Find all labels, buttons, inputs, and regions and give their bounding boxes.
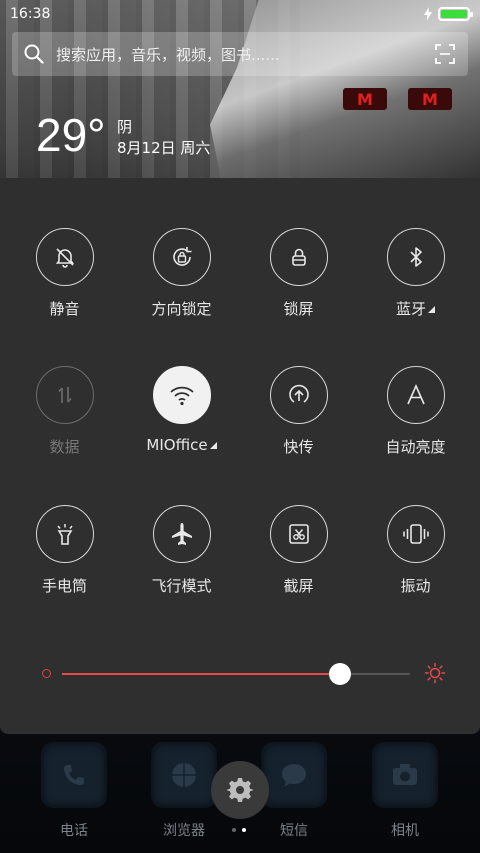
toggle-label: 飞行模式: [151, 577, 212, 595]
toggle-label: 方向锁定: [151, 300, 212, 318]
vibrate-icon: [386, 505, 445, 563]
flashlight-icon: [35, 505, 94, 563]
toggle-label: 振动: [400, 577, 431, 595]
weather-temperature: 29°: [36, 109, 106, 161]
dock-item-messages[interactable]: 短信: [259, 742, 329, 840]
search-placeholder: 搜索应用，音乐，视频，图书......: [56, 45, 280, 64]
status-time: 16:38: [10, 6, 51, 22]
brightness-max-icon: [424, 662, 446, 684]
toggle-label: 数据: [49, 438, 80, 456]
search-icon: [24, 44, 44, 64]
camera-icon: [372, 742, 438, 808]
toggle-label: 蓝牙: [396, 298, 435, 319]
toggle-label: 锁屏: [283, 300, 314, 318]
toggle-wifi[interactable]: MIOffice: [123, 366, 240, 486]
dock-item-camera[interactable]: 相机: [370, 742, 440, 840]
toggle-lock-screen[interactable]: 锁屏: [240, 228, 357, 348]
toggle-label: 截屏: [283, 577, 314, 595]
scan-icon[interactable]: [434, 43, 456, 65]
rotation-lock-icon: [152, 228, 211, 286]
toggle-flashlight[interactable]: 手电筒: [6, 505, 123, 625]
toggle-rotation-lock[interactable]: 方向锁定: [123, 228, 240, 348]
battery-fill: [441, 10, 467, 18]
dock-label: 相机: [391, 823, 419, 839]
status-bar: 16:38: [0, 0, 480, 28]
bluetooth-icon: [386, 228, 445, 286]
toggle-mobile-data[interactable]: 数据: [6, 366, 123, 486]
page-dot: [232, 828, 236, 832]
browser-icon: [151, 742, 217, 808]
mobile-data-icon: [35, 366, 94, 424]
dock-label: 浏览器: [163, 823, 205, 839]
toggle-label: MIOffice: [146, 436, 217, 454]
more-indicator-icon: [209, 442, 217, 449]
toggle-screenshot[interactable]: 截屏: [240, 505, 357, 625]
page-dot-active: [242, 828, 246, 832]
toggle-airplane-mode[interactable]: 飞行模式: [123, 505, 240, 625]
brightness-thumb[interactable]: [329, 663, 352, 685]
toggle-label: 自动亮度: [385, 438, 446, 456]
screenshot-icon: [269, 505, 328, 563]
gear-icon: [227, 778, 253, 802]
brightness-fill: [62, 673, 341, 675]
phone-icon: [41, 742, 107, 808]
toggle-silent[interactable]: 静音: [6, 228, 123, 348]
brightness-track[interactable]: [62, 663, 410, 685]
weather-condition: 阴: [117, 118, 133, 136]
battery-icon: [438, 7, 473, 21]
toggle-label: 快传: [283, 438, 314, 456]
car-taillight-left: M: [343, 88, 387, 110]
bell-off-icon: [35, 228, 94, 286]
wifi-icon: [152, 366, 211, 424]
toggle-vibrate[interactable]: 振动: [357, 505, 474, 625]
dock-label: 短信: [280, 823, 308, 839]
search-bar[interactable]: 搜索应用，音乐，视频，图书......: [12, 32, 468, 76]
toggle-label: 静音: [49, 300, 80, 318]
charging-bolt-icon: [424, 7, 432, 21]
message-icon: [261, 742, 327, 808]
auto-brightness-icon: [386, 366, 445, 424]
share-icon: [269, 366, 328, 424]
settings-button[interactable]: [211, 761, 269, 819]
toggle-bluetooth[interactable]: 蓝牙: [357, 228, 474, 348]
brightness-slider[interactable]: [36, 658, 446, 688]
car-taillight-right: M: [408, 88, 452, 110]
control-panel: 静音 方向锁定 锁屏 蓝牙 数据 MIOffice 快传 自动亮度 手电筒 飞行…: [0, 178, 480, 734]
brightness-min-icon: [42, 669, 51, 678]
page-indicator: [232, 828, 246, 832]
dock-label: 电话: [60, 823, 88, 839]
toggle-quick-share[interactable]: 快传: [240, 366, 357, 486]
status-icons: [424, 7, 473, 21]
airplane-icon: [152, 505, 211, 563]
weather-date: 8月12日 周六: [117, 139, 211, 157]
toggle-auto-brightness[interactable]: 自动亮度: [357, 366, 474, 486]
lock-icon: [269, 228, 328, 286]
toggle-label: 手电筒: [41, 577, 87, 595]
more-indicator-icon: [428, 306, 435, 313]
dock-item-phone[interactable]: 电话: [39, 742, 109, 840]
dock-item-browser[interactable]: 浏览器: [149, 742, 219, 840]
